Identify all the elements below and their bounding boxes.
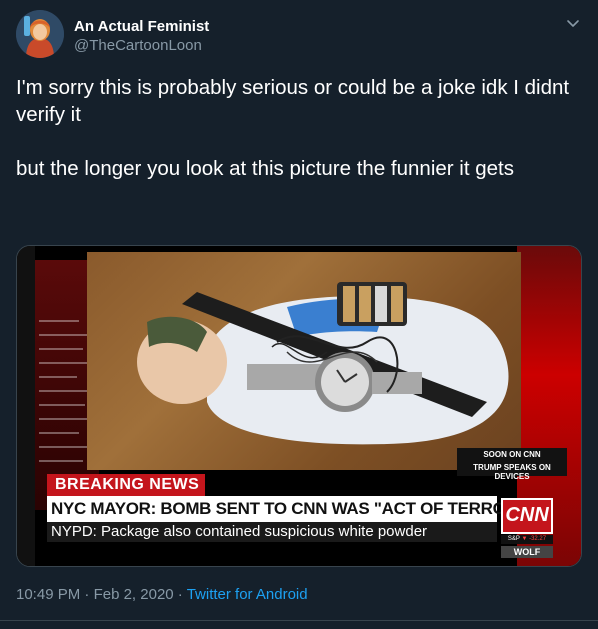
- device-illustration: [137, 282, 509, 445]
- breaking-news-banner: BREAKING NEWS: [47, 474, 205, 496]
- ticker-symbol: S&P: [507, 536, 520, 542]
- show-name: WOLF: [501, 546, 553, 558]
- tweet-text: I'm sorry this is probably serious or co…: [16, 76, 570, 180]
- stock-ticker: S&P ▼ -32.27: [501, 535, 553, 544]
- chevron-down-icon[interactable]: [564, 14, 582, 32]
- user-handle[interactable]: @TheCartoonLoon: [74, 36, 209, 55]
- soon-label: SOON ON CNN: [483, 450, 541, 459]
- cnn-logo: CNN: [501, 498, 553, 534]
- avatar[interactable]: [16, 10, 64, 58]
- meta-separator: ·: [84, 586, 90, 603]
- headline-bar: NYC MAYOR: BOMB SENT TO CNN WAS "ACT OF …: [47, 496, 526, 522]
- author-names: An Actual Feminist @TheCartoonLoon: [74, 17, 209, 55]
- left-dark-bar: [17, 246, 35, 566]
- cnn-logo-text: CNN: [505, 504, 549, 526]
- tweet-time[interactable]: 10:49 PM: [16, 586, 80, 603]
- tweet-meta: 10:49 PM · Feb 2, 2020 · Twitter for And…: [16, 586, 308, 603]
- divider: [0, 620, 598, 621]
- cnn-screenshot: SOON ON CNN TRUMP SPEAKS ON DEVICES BREA…: [17, 246, 581, 566]
- tweet-header: An Actual Feminist @TheCartoonLoon: [16, 10, 582, 60]
- tweet-card: An Actual Feminist @TheCartoonLoon I'm s…: [0, 0, 598, 629]
- tweet-media[interactable]: SOON ON CNN TRUMP SPEAKS ON DEVICES BREA…: [16, 245, 582, 567]
- tweet-source-link[interactable]: Twitter for Android: [187, 586, 308, 603]
- subheadline-bar: NYPD: Package also contained suspicious …: [47, 522, 497, 542]
- breaking-news-label: BREAKING NEWS: [55, 476, 200, 493]
- device-photo: [87, 252, 521, 470]
- soon-on-cnn-box: SOON ON CNN TRUMP SPEAKS ON DEVICES: [457, 448, 567, 481]
- soon-subtitle: TRUMP SPEAKS ON DEVICES: [473, 463, 551, 481]
- tweet-date[interactable]: Feb 2, 2020: [94, 586, 174, 603]
- meta-separator: ·: [177, 586, 183, 603]
- headline-text: NYC MAYOR: BOMB SENT TO CNN WAS "ACT OF …: [51, 499, 526, 518]
- ticker-value: ▼ -32.27: [521, 536, 547, 542]
- display-name[interactable]: An Actual Feminist: [74, 17, 209, 36]
- avatar-icon: [16, 10, 64, 58]
- subheadline-text: NYPD: Package also contained suspicious …: [51, 523, 428, 540]
